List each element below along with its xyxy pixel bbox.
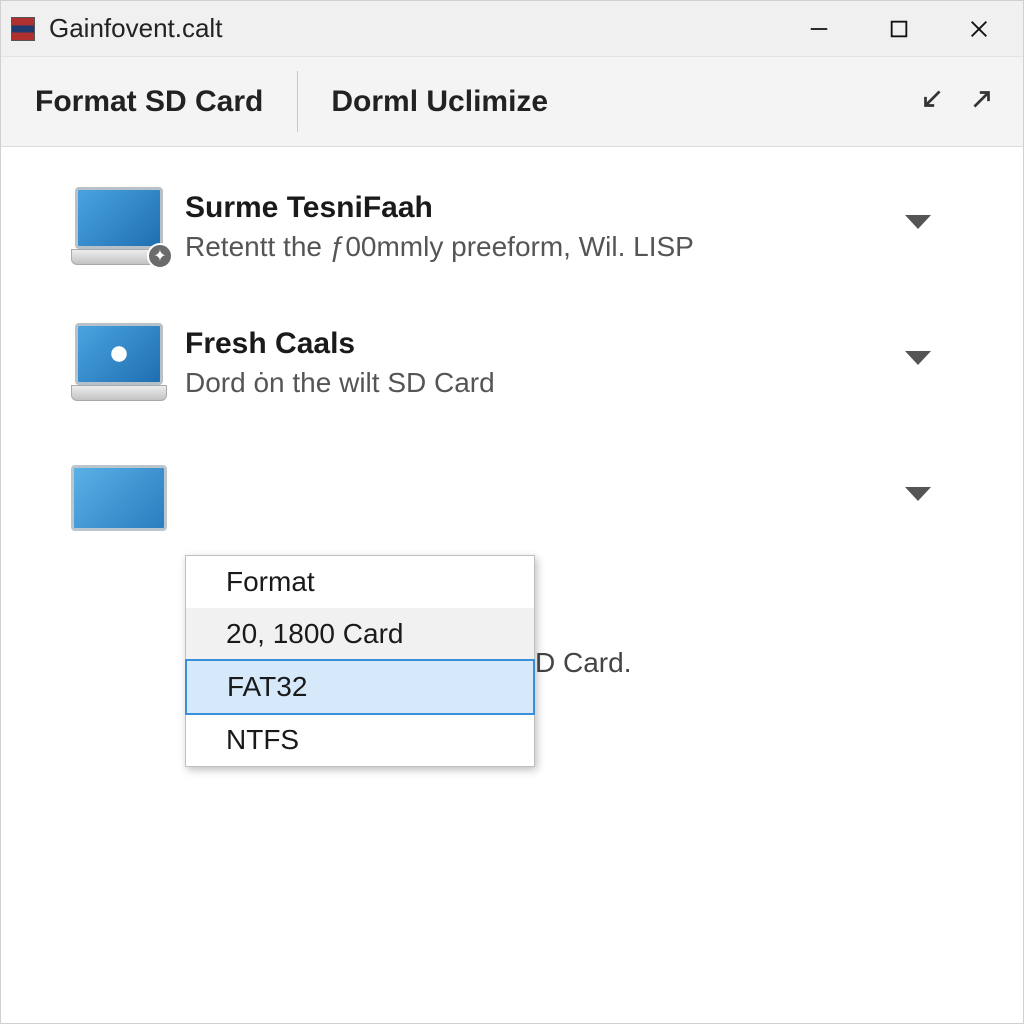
list-item[interactable]	[71, 459, 983, 543]
chevron-down-icon	[903, 345, 933, 369]
dropdown-option-card[interactable]: 20, 1800 Card	[186, 608, 534, 660]
obscured-subtitle-fragment: D Card.	[535, 647, 631, 679]
tab-dorml-uclimize[interactable]: Dorml Uclimize	[297, 57, 582, 146]
window-controls	[801, 11, 1017, 47]
maximize-icon	[888, 18, 910, 40]
list-item[interactable]: Fresh Caals Dord ȯn the wilt SD Card	[71, 323, 983, 407]
dropdown-option-format[interactable]: Format	[186, 556, 534, 608]
chevron-down-icon	[903, 209, 933, 233]
tab-label: Dorml Uclimize	[331, 85, 548, 119]
item-title: Surme TesniFaah	[185, 191, 903, 225]
arrow-down-left-icon	[919, 86, 945, 112]
minimize-button[interactable]	[801, 11, 837, 47]
chevron-down-icon	[903, 481, 933, 505]
collapse-button[interactable]	[919, 86, 945, 117]
close-button[interactable]	[961, 11, 997, 47]
tab-format-sd-card[interactable]: Format SD Card	[1, 57, 297, 146]
option-label: 20, 1800 Card	[226, 618, 403, 649]
laptop-icon: ✦	[71, 187, 167, 271]
tab-bar: Format SD Card Dorml Uclimize	[1, 57, 1023, 147]
title-bar: Gainfovent.calt	[1, 1, 1023, 57]
maximize-button[interactable]	[881, 11, 917, 47]
item-subtitle: Retentt the ƒ00mmly preeform, Wil. LISP	[185, 231, 903, 263]
expand-arrow[interactable]	[903, 209, 943, 249]
dropdown-option-ntfs[interactable]: NTFS	[186, 714, 534, 766]
item-subtitle: Dord ȯn the wilt SD Card	[185, 367, 903, 399]
tab-label: Format SD Card	[35, 85, 263, 119]
window-title: Gainfovent.calt	[49, 13, 801, 44]
app-window: Gainfovent.calt Format SD Card Dorml Ucl…	[0, 0, 1024, 1024]
close-icon	[968, 18, 990, 40]
option-label: NTFS	[226, 724, 299, 755]
app-icon	[11, 17, 35, 41]
option-label: Format	[226, 566, 315, 597]
expand-arrow[interactable]	[903, 345, 943, 385]
option-label: FAT32	[227, 671, 307, 702]
format-dropdown: Format 20, 1800 Card FAT32 NTFS	[185, 555, 535, 767]
arrow-up-right-icon	[969, 86, 995, 112]
list-item[interactable]: ✦ Surme TesniFaah Retentt the ƒ00mmly pr…	[71, 187, 983, 271]
item-title: Fresh Caals	[185, 327, 903, 361]
content-area: ✦ Surme TesniFaah Retentt the ƒ00mmly pr…	[1, 147, 1023, 1023]
laptop-compass-icon	[71, 323, 167, 407]
expand-button[interactable]	[969, 86, 995, 117]
minimize-icon	[808, 18, 830, 40]
tab-bar-actions	[919, 57, 1023, 146]
badge-star-icon: ✦	[147, 243, 173, 269]
monitor-icon	[71, 459, 167, 543]
dropdown-option-fat32[interactable]: FAT32	[185, 659, 535, 715]
expand-arrow[interactable]	[903, 481, 943, 521]
